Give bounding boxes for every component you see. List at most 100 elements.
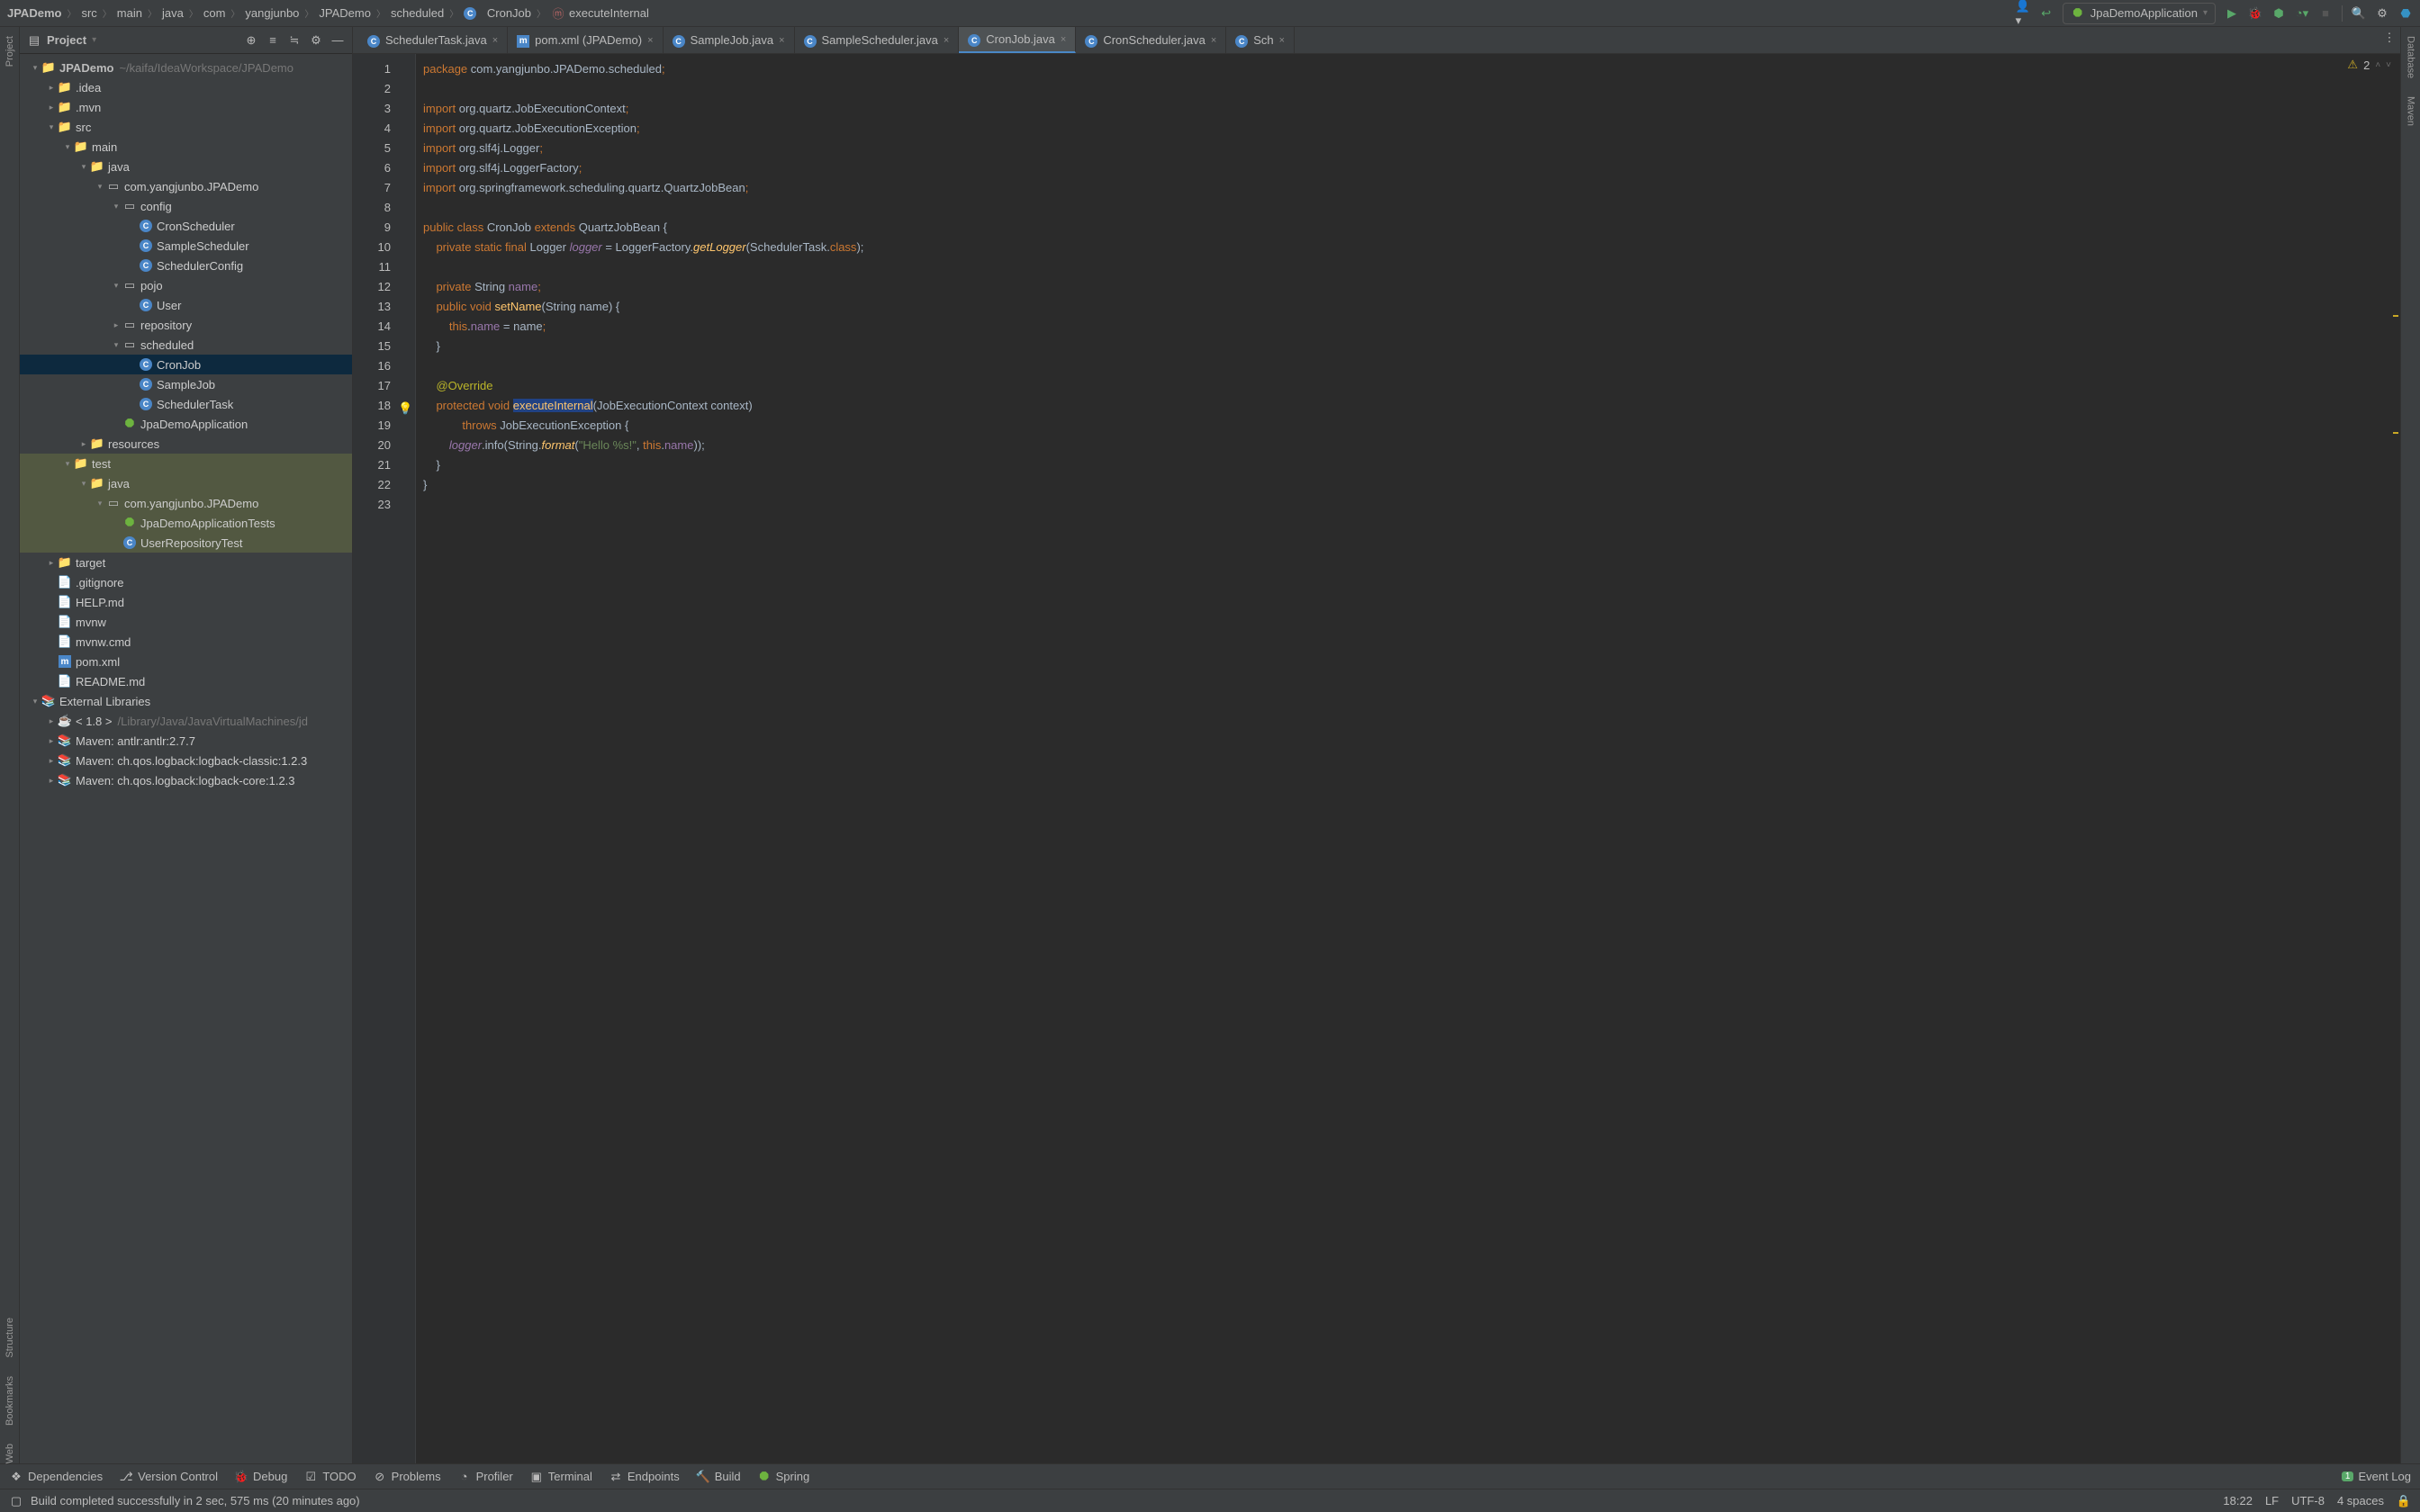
tree-node[interactable]: 📄mvnw [20,612,352,632]
crumb[interactable]: yangjunbo [245,6,299,20]
expand-arrow-icon[interactable]: ▸ [45,776,58,786]
tree-node[interactable]: ▸📁.mvn [20,97,352,117]
tree-node[interactable]: ▸📁target [20,553,352,572]
tw-todo[interactable]: ☑TODO [303,1470,356,1484]
tw-endpoints[interactable]: ⇄Endpoints [609,1470,680,1484]
expand-arrow-icon[interactable]: ▾ [29,697,41,706]
expand-arrow-icon[interactable]: ▾ [94,182,106,192]
tree-node[interactable]: CCronScheduler [20,216,352,236]
tree-node[interactable]: 📄.gitignore [20,572,352,592]
editor-tab[interactable]: CSch× [1226,27,1295,53]
stop-icon[interactable]: ■ [2318,6,2333,21]
expand-arrow-icon[interactable]: ▾ [110,281,122,291]
expand-arrow-icon[interactable]: ▾ [61,142,74,152]
crumb[interactable]: JPADemo [7,6,61,20]
status-icon[interactable]: ▢ [9,1494,23,1508]
expand-arrow-icon[interactable]: ▾ [94,499,106,508]
tree-node[interactable]: ▾▭com.yangjunbo.JPADemo [20,176,352,196]
tw-vcs[interactable]: ⎇Version Control [119,1470,218,1484]
expand-arrow-icon[interactable]: ▸ [110,320,122,330]
tree-node[interactable]: ▸📁resources [20,434,352,454]
close-icon[interactable]: × [492,35,498,46]
expand-arrow-icon[interactable]: ▾ [110,340,122,350]
tab-more-icon[interactable]: ⋮ [2382,31,2397,45]
close-icon[interactable]: × [1279,35,1285,46]
expand-arrow-icon[interactable]: ▾ [110,202,122,212]
tree-node[interactable]: ▾▭pojo [20,275,352,295]
expand-arrow-icon[interactable]: ▸ [77,439,90,449]
tree-node[interactable]: CSampleScheduler [20,236,352,256]
tree-node[interactable]: CUser [20,295,352,315]
search-icon[interactable]: 🔍 [2352,6,2366,21]
code-text[interactable]: package com.yangjunbo.JPADemo.scheduled;… [416,54,2400,1463]
close-icon[interactable]: × [1211,35,1216,46]
tree-node[interactable]: ▾▭config [20,196,352,216]
tree-node[interactable]: mpom.xml [20,652,352,671]
profile-icon[interactable]: ◔▾ [2295,6,2309,21]
expand-all-icon[interactable]: ≡ [266,33,280,48]
settings-icon[interactable]: ⚙ [2375,6,2389,21]
tree-node[interactable]: ▸📚Maven: ch.qos.logback:logback-classic:… [20,751,352,770]
crumb[interactable]: main [117,6,142,20]
tree-node[interactable]: 📄mvnw.cmd [20,632,352,652]
tree-node[interactable]: ▸📚Maven: ch.qos.logback:logback-core:1.2… [20,770,352,790]
tree-node[interactable]: ▾▭scheduled [20,335,352,355]
tw-spring[interactable]: ⯃Spring [757,1470,810,1484]
tree-node[interactable]: ▾📁test [20,454,352,473]
tree-node[interactable]: CSampleJob [20,374,352,394]
prev-highlight-icon[interactable]: ˄ [2375,60,2380,70]
editor-tab[interactable]: CCronJob.java× [959,27,1076,53]
tw-profiler[interactable]: ◔Profiler [457,1470,513,1484]
shield-icon[interactable]: ⬣ [2398,6,2413,21]
chevron-down-icon[interactable]: ▾ [92,35,96,45]
select-opened-icon[interactable]: ⊕ [244,33,258,48]
expand-arrow-icon[interactable]: ▸ [45,558,58,568]
status-indent[interactable]: 4 spaces [2337,1494,2384,1508]
crumb[interactable]: java [162,6,184,20]
tree-node[interactable]: ▸📚Maven: antlr:antlr:2.7.7 [20,731,352,751]
settings-icon[interactable]: ⚙ [309,33,323,48]
intention-bulb-icon[interactable]: 💡 [398,399,412,418]
tree-node[interactable]: CSchedulerConfig [20,256,352,275]
close-icon[interactable]: × [779,35,784,46]
tree-node[interactable]: CUserRepositoryTest [20,533,352,553]
crumb[interactable]: scheduled [391,6,444,20]
tree-node[interactable]: 📄HELP.md [20,592,352,612]
tree-node[interactable]: ▾📚External Libraries [20,691,352,711]
crumb[interactable]: JPADemo [319,6,371,20]
tree-node[interactable]: ▾📁java [20,473,352,493]
tree-node[interactable]: ▾▭com.yangjunbo.JPADemo [20,493,352,513]
run-icon[interactable]: ▶ [2225,6,2239,21]
hide-icon[interactable]: — [330,33,345,48]
coverage-icon[interactable]: ⬢ [2271,6,2286,21]
close-icon[interactable]: × [1061,34,1066,45]
expand-arrow-icon[interactable]: ▸ [45,103,58,112]
code-area[interactable]: 1234567891011121314151617181920212223 pa… [353,54,2400,1463]
tree-node[interactable]: ⯃JpaDemoApplicationTests [20,513,352,533]
tree-node[interactable]: ▾📁src [20,117,352,137]
tree-node[interactable]: ▸📁.idea [20,77,352,97]
editor-tab[interactable]: CSampleJob.java× [664,27,795,53]
tree-node[interactable]: 📄README.md [20,671,352,691]
expand-arrow-icon[interactable]: ▸ [45,83,58,93]
expand-arrow-icon[interactable]: ▸ [45,736,58,746]
lock-icon[interactable]: 🔒 [2397,1494,2411,1508]
project-tree[interactable]: ▾📁JPADemo~/kaifa/IdeaWorkspace/JPADemo▸📁… [20,54,352,1463]
close-icon[interactable]: × [647,35,653,46]
status-lineending[interactable]: LF [2265,1494,2279,1508]
tree-node[interactable]: CCronJob [20,355,352,374]
expand-arrow-icon[interactable]: ▸ [45,756,58,766]
run-config-selector[interactable]: ⯃ JpaDemoApplication ▾ [2063,3,2216,24]
editor-tab[interactable]: CSampleScheduler.java× [795,27,960,53]
error-stripe[interactable] [2391,54,2400,1463]
crumb[interactable]: com [203,6,226,20]
undo-icon[interactable]: ↩ [2039,6,2054,21]
tree-node[interactable]: ▸☕< 1.8 >/Library/Java/JavaVirtualMachin… [20,711,352,731]
tool-tab-project[interactable]: Project [5,36,15,67]
tool-tab-structure[interactable]: Structure [5,1318,15,1358]
expand-arrow-icon[interactable]: ▾ [77,479,90,489]
status-time[interactable]: 18:22 [2223,1494,2253,1508]
status-encoding[interactable]: UTF-8 [2291,1494,2325,1508]
tw-problems[interactable]: ⊘Problems [373,1470,441,1484]
tree-node[interactable]: ▾📁java [20,157,352,176]
